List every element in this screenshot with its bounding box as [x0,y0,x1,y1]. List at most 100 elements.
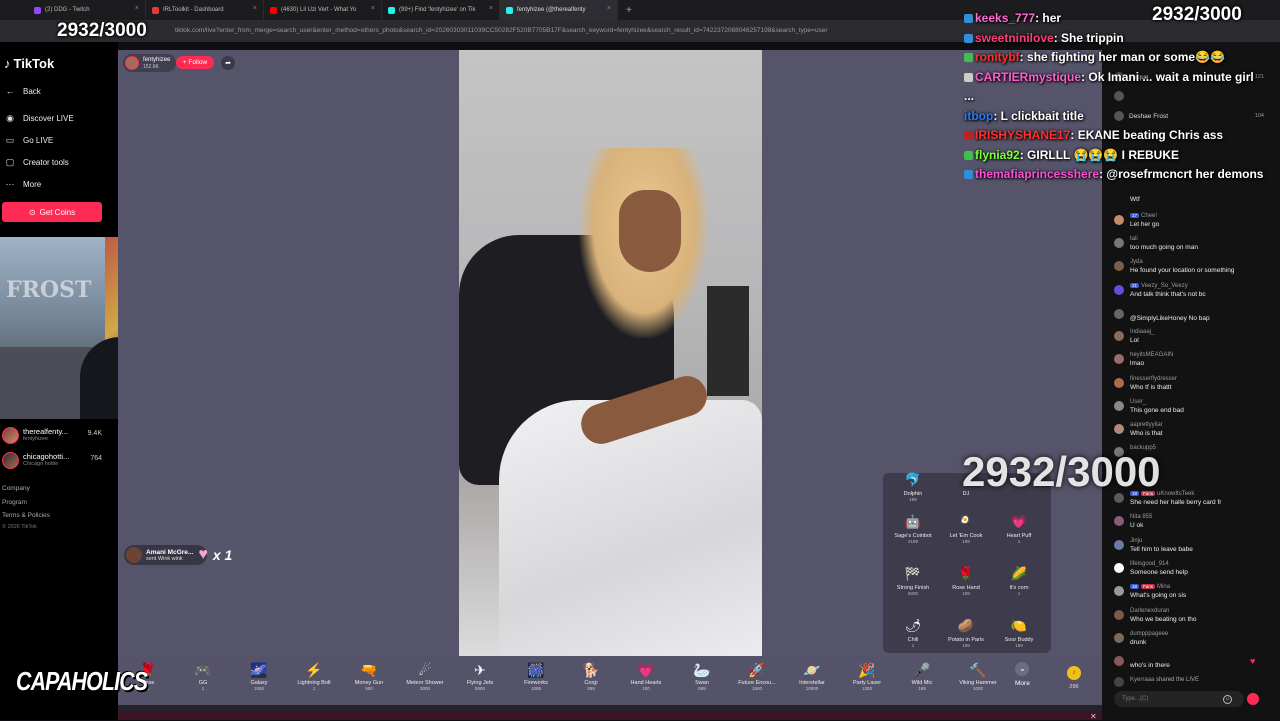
gift-item[interactable]: 💗 Heart Puff 1 [994,513,1044,544]
close-tab-icon[interactable]: × [607,5,611,12]
browser-tab[interactable]: IRLToolkit - Dashboard × [146,0,264,20]
viewer-count: 764 [90,455,102,462]
following-item[interactable]: chicagohotti... Chicago hottie 764 [2,449,114,471]
coin-balance[interactable]: ♪ 296 [1067,666,1081,690]
tab-favicon [152,6,159,14]
fan-badge: Fans [1141,584,1156,589]
more-icon: ⋯ [5,179,15,189]
level-badge: 18 [1130,584,1140,589]
wink-gift-icon: ♥ [198,546,208,563]
gift-wild-mic[interactable]: 🎤 Wild Mic 199 [894,660,950,691]
bottom-strip [118,705,1102,720]
gift-party-laser[interactable]: 🎉 Party Laser 1300 [839,660,895,691]
overlay-chat-line: CARTIERmystique: Ok Imani ... wait a min… [964,69,1254,103]
gift-item[interactable]: 🌹 Rose Hand 199 [941,565,991,596]
gift-swan[interactable]: 🦢 Swan 699 [674,660,730,691]
cook-icon: 🍳 [957,514,975,529]
footer-link-terms[interactable]: Terms & Policies [2,512,50,519]
gift-galaxy[interactable]: 🌌 Galaxy 1000 [231,660,287,691]
hammer-icon: 🔨 [969,662,987,678]
stream-overlay-chat: keeks_777: her sweetninilove: She trippi… [964,9,1264,185]
emoji-icon[interactable]: ☺ [1223,695,1232,704]
live-stage: fentyhizee 152.6K + Follow ➦ Amani McGre.… [118,50,1102,705]
browser-tab[interactable]: (4630) Lil Uzi Vert - What Yo × [264,0,382,20]
coin-icon: ♪ [1067,666,1081,680]
tools-icon: ▢ [5,157,15,167]
corn-icon: 🌽 [1010,566,1028,581]
get-coins-button[interactable]: ⊙ Get Coins [2,202,102,222]
tiktok-note-icon: ♪ [4,56,11,71]
avatar [1114,540,1124,550]
coin-icon: ⊙ [28,207,36,217]
gift-fireworks[interactable]: 🎆 Fireworks 1088 [508,660,564,691]
close-tab-icon[interactable]: × [489,5,493,12]
more-gifts-button[interactable]: ⌄ More [1015,662,1030,687]
send-icon[interactable] [1247,693,1259,705]
copyright: © 2026 TikTok [2,524,37,530]
browser-tab[interactable]: (2) DDG - Twitch × [28,0,146,20]
avatar [1114,610,1124,620]
galaxy-icon: 🌌 [250,662,268,678]
nav-go-live[interactable]: ▭ Go LIVE [4,135,54,146]
tiktok-logo[interactable]: ♪ TikTok [4,56,54,71]
gift-notification-pill: Amani McGre... sent Wink wink [124,545,208,565]
host-info[interactable]: fentyhizee 152.6K [123,54,177,72]
avatar [1114,563,1124,573]
nav-creator-tools[interactable]: ▢ Creator tools [4,157,69,168]
nav-more[interactable]: ⋯ More [4,179,42,190]
gift-meteor-shower[interactable]: ☄ Meteor Shower 3000 [397,660,453,691]
swan-icon: 🦢 [693,662,711,678]
footer-link-program[interactable]: Program [2,499,27,506]
browser-tab-active[interactable]: fentyhizee (@therealfenty × [500,0,618,20]
overlay-chat-line: themafiaprincesshere: @rosefrmcncrt her … [964,165,1264,185]
avatar [1114,331,1124,341]
gift-item[interactable]: 🌶 Chili 1 [888,617,938,648]
gift-viking-hammer[interactable]: 🔨 Viking Hammer 1000 [950,660,1006,691]
badge-icon [964,14,973,24]
gift-lightning-bolt[interactable]: ⚡ Lightning Bolt 1 [286,660,342,691]
chevron-down-icon: ⌄ [1015,662,1030,676]
gift-item[interactable]: 🌽 It's corn 1 [994,565,1044,596]
gift-item[interactable]: 🥔 Potato in Paris 199 [941,617,991,648]
following-item[interactable]: therealfenty... fentyhizee 9.4K [2,424,114,446]
avatar [2,426,19,444]
gift-item[interactable]: 🐬 Dolphin 199 [888,471,938,502]
gg-icon: 🎮 [194,662,212,678]
live-icon: ◉ [6,113,14,123]
share-icon[interactable]: ➦ [221,56,235,70]
party-icon: 🎉 [858,662,876,678]
overlay-chat-line: sweetninilove: She trippin [964,29,1264,49]
gift-hand-hearts[interactable]: 💗 Hand Hearts 100 [618,660,674,691]
back-button[interactable]: ← Back [4,86,41,96]
gift-future-encounter[interactable]: 🚀 Future Encou... 1500 [729,660,785,691]
gift-item[interactable]: 🍋 Sour Buddy 199 [994,617,1044,648]
heart-puff-icon: 💗 [1010,514,1028,529]
close-tab-icon[interactable]: × [371,5,375,12]
avatar [1114,354,1124,364]
badge-icon [964,53,973,63]
new-tab-button[interactable]: + [626,5,632,16]
live-video[interactable] [459,50,762,656]
goal-counter-overlay: 2932/3000 [57,20,147,41]
avatar [1114,378,1124,388]
close-tab-icon[interactable]: × [253,5,257,12]
close-tab-icon[interactable]: × [135,5,139,12]
gift-item[interactable]: 🍳 Let 'Em Cook 199 [941,513,991,544]
gift-item[interactable]: 🏁 Strong Finish 6000 [888,565,938,596]
chat-scrollbar[interactable] [1265,42,1280,720]
strong-finish-icon: 🏁 [904,566,922,581]
level-badge: 21 [1130,283,1140,288]
overlay-chat-line: ronitybf: she fighting her man or some😂😂 [964,48,1264,68]
gift-interstellar[interactable]: 🪐 Interstellar 10000 [784,660,840,691]
browser-tab[interactable]: (99+) Find 'fentyhizee' on Tik × [382,0,500,20]
footer-link-company[interactable]: Company [2,485,30,492]
gift-gg[interactable]: 🎮 GG 1 [175,660,231,691]
gift-money-gun[interactable]: 🔫 Money Gun 500 [341,660,397,691]
gift-flying-jets[interactable]: ✈ Flying Jets 5000 [452,660,508,691]
nav-discover-live[interactable]: ◉ Discover LIVE [4,113,74,124]
gift-corgi[interactable]: 🐕 Corgi 299 [563,660,619,691]
gift-item[interactable]: 🤖 Sage's Coinbot 2199 [888,513,938,544]
follow-button[interactable]: + Follow [176,56,214,69]
url-text[interactable]: tiktok.com/live?enter_from_merge=search_… [175,24,955,38]
avatar [1114,633,1124,643]
